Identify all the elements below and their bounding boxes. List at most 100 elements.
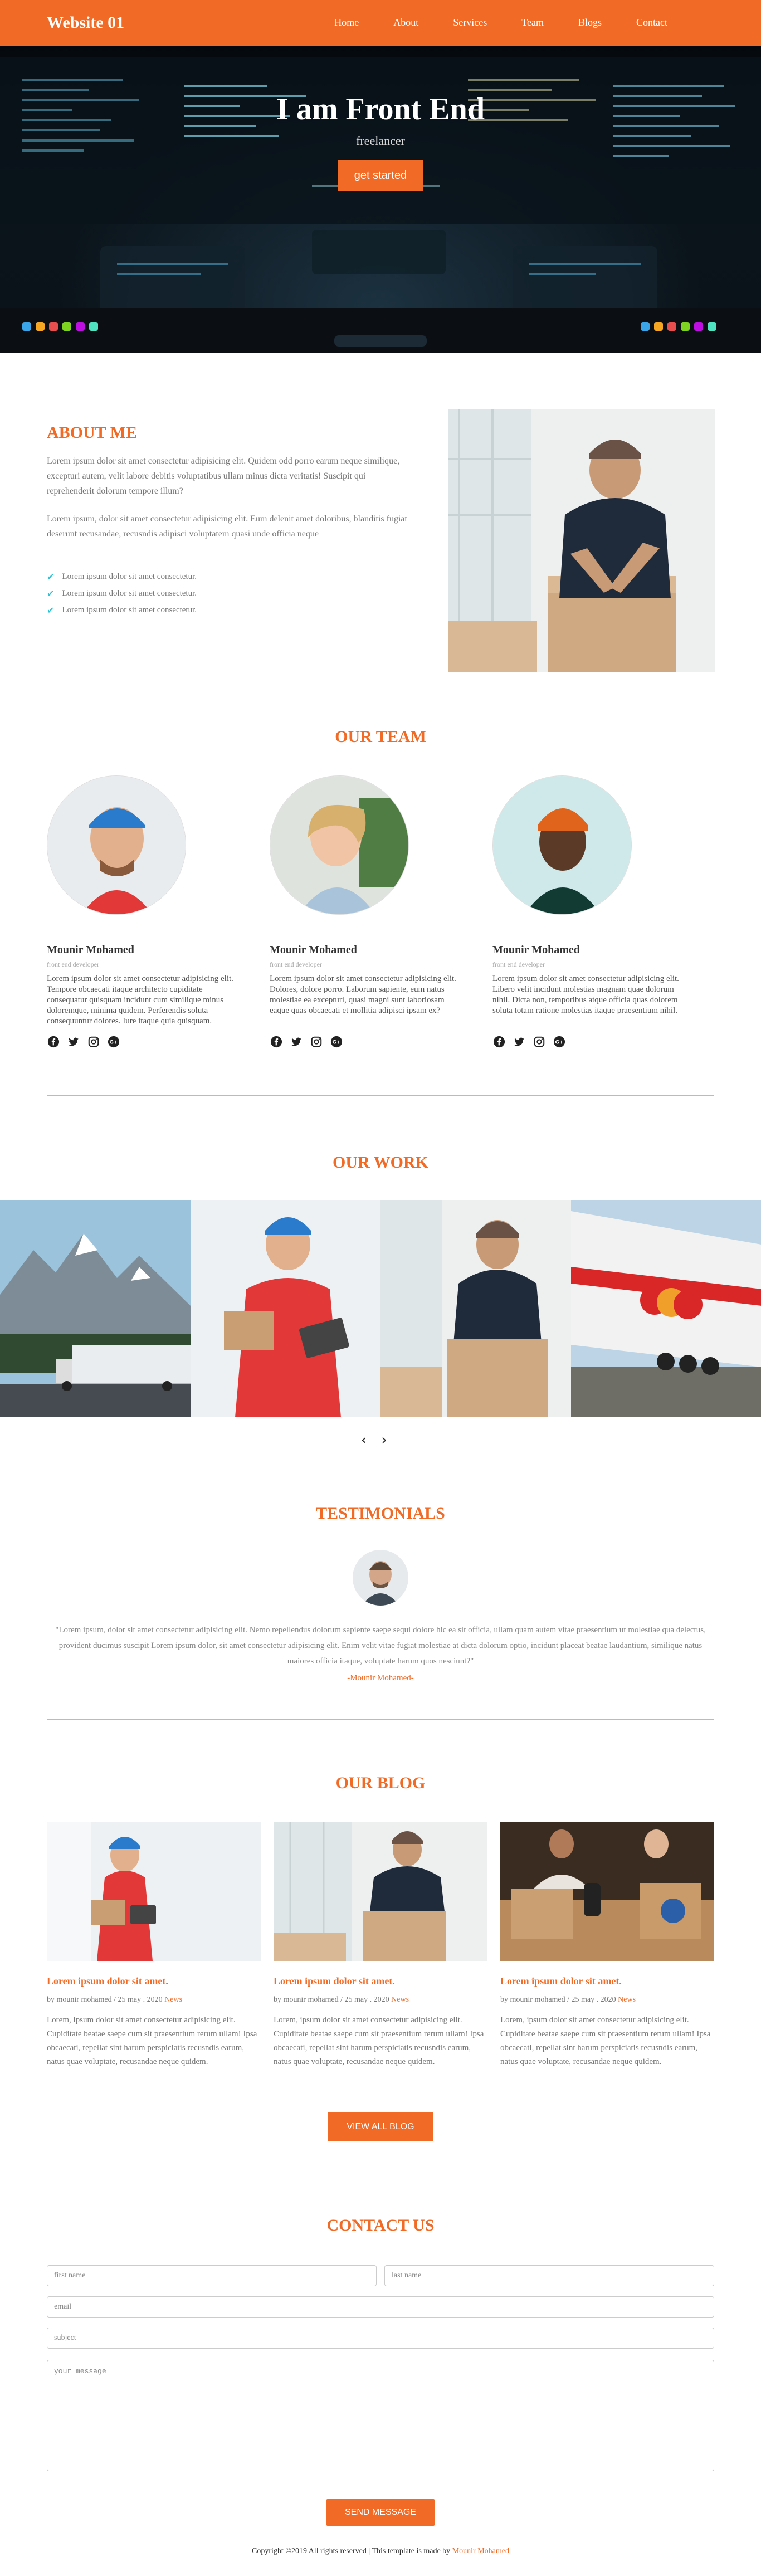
google-plus-icon[interactable]: G+: [107, 1035, 120, 1048]
work-image-packing-box[interactable]: [380, 1200, 571, 1417]
check-item: ✔ Lorem ipsum dolor sit amet consectetur.: [47, 571, 197, 582]
svg-text:G+: G+: [555, 1040, 563, 1046]
testimonial-author: -Mounir Mohamed-: [347, 1674, 414, 1682]
message-textarea[interactable]: [47, 2360, 714, 2471]
about-photo: [448, 409, 715, 672]
team-title: OUR TEAM: [335, 728, 426, 746]
contact-title: CONTACT US: [326, 2216, 435, 2235]
subject-input[interactable]: [47, 2328, 714, 2349]
section-divider: [47, 1095, 714, 1096]
view-all-blog-button[interactable]: VIEW ALL BLOG: [328, 2112, 433, 2141]
email-input[interactable]: [47, 2296, 714, 2318]
nav-services[interactable]: Services: [453, 17, 487, 28]
blog-category-link[interactable]: News: [164, 1996, 182, 2004]
get-started-button[interactable]: get started: [338, 160, 423, 191]
nav-team[interactable]: Team: [521, 17, 544, 28]
check-icon: ✔: [47, 588, 55, 599]
about-title: ABOUT ME: [47, 423, 137, 442]
blog-post-excerpt: Lorem, ipsum dolor sit amet consectetur …: [274, 2016, 484, 2066]
team-member: Mounir Mohamed front end developer Lorem…: [492, 775, 682, 1048]
blog-post-meta: by mounir mohamed / 25 may . 2020 News: [47, 1996, 183, 2004]
blog-thumbnail[interactable]: [274, 1822, 487, 1961]
member-bio: Lorem ipsum dolor sit amet consectetur a…: [47, 974, 233, 1026]
facebook-icon[interactable]: [47, 1035, 60, 1048]
twitter-icon[interactable]: [67, 1035, 80, 1048]
twitter-icon[interactable]: [290, 1035, 303, 1048]
member-bio: Lorem ipsum dolor sit amet consectetur a…: [270, 974, 456, 1015]
nav-about[interactable]: About: [393, 17, 418, 28]
blog-post-title[interactable]: Lorem ipsum dolor sit amet.: [274, 1975, 395, 1987]
instagram-icon[interactable]: [310, 1035, 323, 1048]
work-image-delivery-truck[interactable]: [570, 1200, 761, 1417]
section-divider: [47, 1719, 714, 1720]
about-paragraph-1: Lorem ipsum dolor sit amet consectetur a…: [47, 456, 400, 496]
member-role: front end developer: [47, 960, 99, 968]
blog-post-meta: by mounir mohamed / 25 may . 2020 News: [274, 1996, 409, 2004]
work-title: OUR WORK: [333, 1153, 428, 1172]
member-avatar: [492, 775, 632, 915]
blog-post: Lorem ipsum dolor sit amet. by mounir mo…: [47, 1822, 261, 2066]
testimonial-quote: "Lorem ipsum, dolor sit amet consectetur…: [55, 1626, 706, 1666]
chevron-right-icon[interactable]: ›: [381, 1432, 387, 1448]
check-item: ✔ Lorem ipsum dolor sit amet consectetur.: [47, 588, 197, 599]
footer-author-link[interactable]: Mounir Mohamed: [452, 2547, 509, 2555]
blog-post-excerpt: Lorem, ipsum dolor sit amet consectetur …: [47, 2016, 257, 2066]
nav-blogs[interactable]: Blogs: [578, 17, 602, 28]
work-gallery: [0, 1200, 761, 1417]
testimonial-avatar: [353, 1550, 408, 1606]
work-slider-controls: ‹ ›: [361, 1432, 387, 1448]
blog-category-link[interactable]: News: [391, 1996, 409, 2004]
blog-category-link[interactable]: News: [618, 1996, 636, 2004]
main-menu: Home About Services Team Blogs Contact: [300, 17, 667, 28]
hero-subtitle: freelancer: [356, 134, 405, 148]
facebook-icon[interactable]: [270, 1035, 283, 1048]
google-plus-icon[interactable]: G+: [553, 1035, 566, 1048]
instagram-icon[interactable]: [87, 1035, 100, 1048]
work-image-truck-mountains[interactable]: [0, 1200, 191, 1417]
instagram-icon[interactable]: [533, 1035, 546, 1048]
member-bio: Lorem ipsum dolor sit amet consectetur a…: [492, 974, 679, 1015]
blog-post-meta: by mounir mohamed / 25 may . 2020 News: [500, 1996, 636, 2004]
member-name: Mounir Mohamed: [270, 944, 357, 956]
blog-thumbnail[interactable]: [500, 1822, 714, 1961]
testimonials-title: TESTIMONIALS: [316, 1504, 445, 1523]
about-checklist: ✔ Lorem ipsum dolor sit amet consectetur.…: [47, 568, 197, 618]
nav-contact[interactable]: Contact: [636, 17, 667, 28]
member-avatar: [47, 775, 186, 915]
footer-copyright: Copyright ©2019 All rights reserved | Th…: [252, 2547, 452, 2555]
about-paragraph-2: Lorem ipsum, dolor sit amet consectetur …: [47, 514, 407, 539]
chevron-left-icon[interactable]: ‹: [361, 1432, 367, 1448]
check-item: ✔ Lorem ipsum dolor sit amet consectetur.: [47, 604, 197, 616]
last-name-input[interactable]: [384, 2265, 714, 2286]
hero-title: I am Front End: [276, 92, 485, 126]
svg-text:G+: G+: [332, 1040, 340, 1046]
hero-section: I am Front End freelancer get started: [0, 46, 761, 353]
check-icon: ✔: [47, 604, 55, 616]
brand-logo[interactable]: Website 01: [47, 13, 124, 32]
member-socials: G+: [492, 1035, 566, 1048]
facebook-icon[interactable]: [492, 1035, 506, 1048]
navbar: Website 01 Home About Services Team Blog…: [0, 0, 761, 46]
member-socials: G+: [270, 1035, 343, 1048]
member-avatar: [270, 775, 409, 915]
blog-post-excerpt: Lorem, ipsum dolor sit amet consectetur …: [500, 2016, 711, 2066]
send-message-button[interactable]: SEND MESSAGE: [326, 2499, 435, 2526]
footer: Copyright ©2019 All rights reserved | Th…: [0, 2547, 761, 2556]
blog-thumbnail[interactable]: [47, 1822, 261, 1961]
nav-home[interactable]: Home: [334, 17, 359, 28]
member-role: front end developer: [492, 960, 545, 968]
member-role: front end developer: [270, 960, 322, 968]
blog-post-title[interactable]: Lorem ipsum dolor sit amet.: [47, 1975, 168, 1987]
check-icon: ✔: [47, 571, 55, 582]
blog-post: Lorem ipsum dolor sit amet. by mounir mo…: [274, 1822, 487, 2066]
first-name-input[interactable]: [47, 2265, 377, 2286]
team-member: Mounir Mohamed front end developer Lorem…: [47, 775, 236, 1048]
google-plus-icon[interactable]: G+: [330, 1035, 343, 1048]
team-member: Mounir Mohamed front end developer Lorem…: [270, 775, 459, 1048]
blog-post-title[interactable]: Lorem ipsum dolor sit amet.: [500, 1975, 622, 1987]
twitter-icon[interactable]: [513, 1035, 526, 1048]
member-name: Mounir Mohamed: [47, 944, 134, 956]
blog-title: OUR BLOG: [335, 1774, 426, 1792]
blog-post: Lorem ipsum dolor sit amet. by mounir mo…: [500, 1822, 714, 2066]
work-image-courier-tablet[interactable]: [190, 1200, 380, 1417]
